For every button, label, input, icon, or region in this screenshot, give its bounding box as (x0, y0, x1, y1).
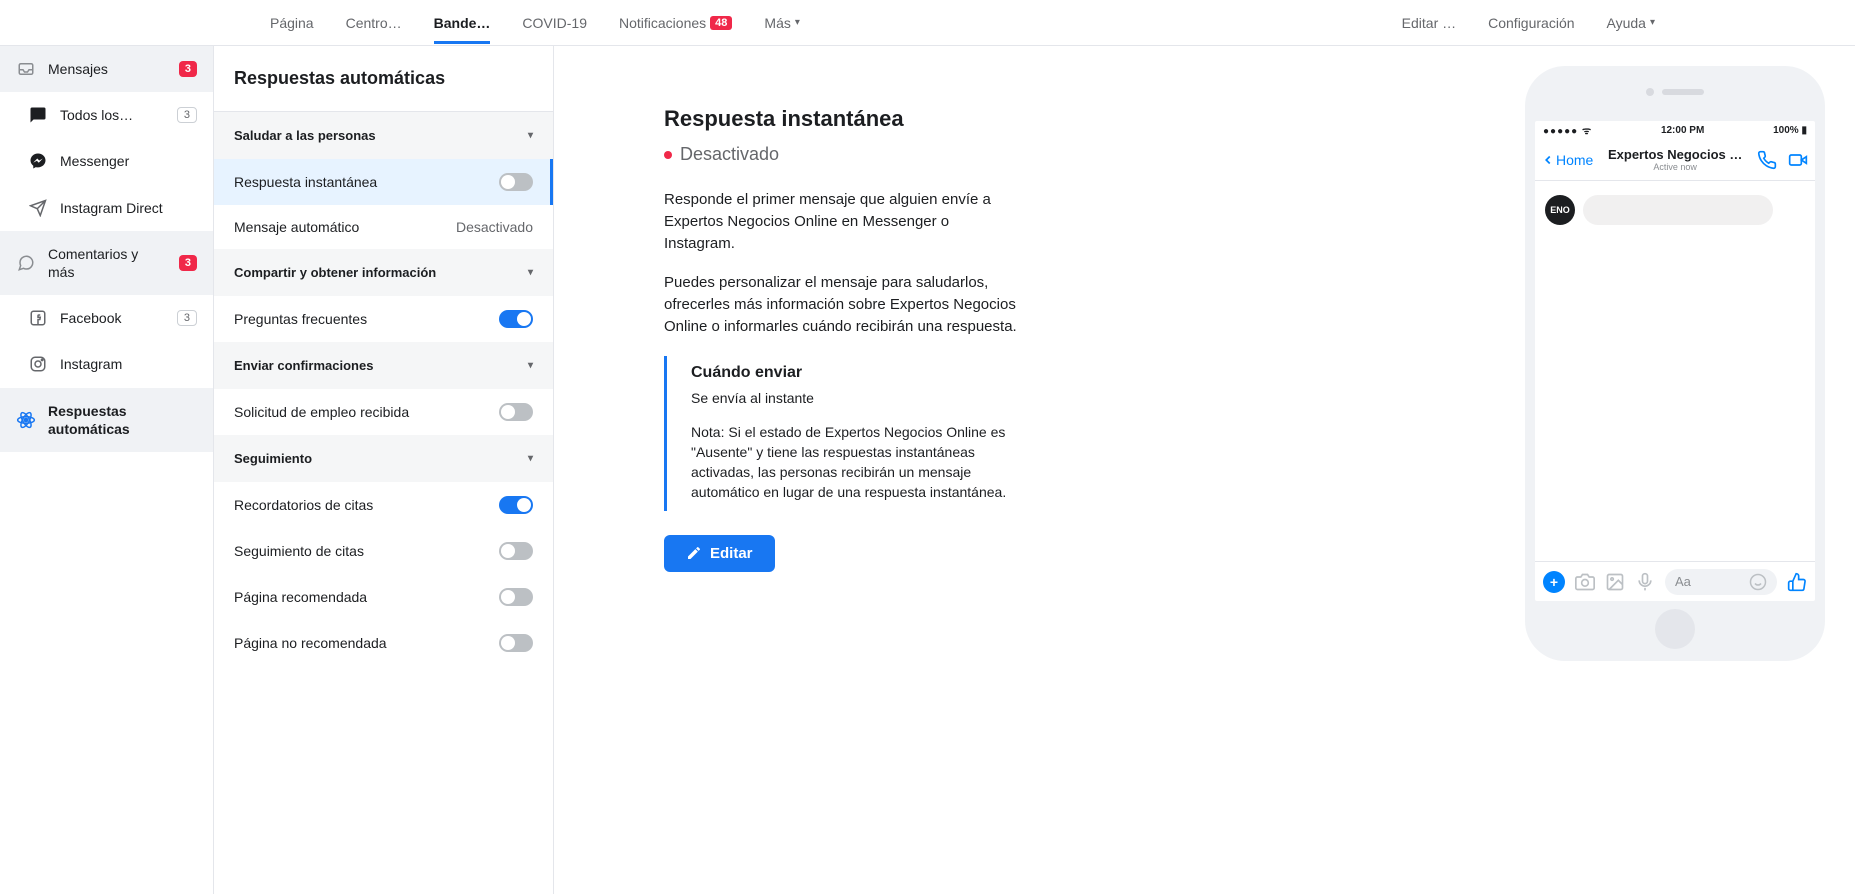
settings-title: Respuestas automáticas (214, 46, 553, 112)
nav-configuracion[interactable]: Configuración (1488, 3, 1574, 43)
sidebar-comentarios[interactable]: Comentarios y más 3 (0, 231, 213, 295)
sidebar-instagram[interactable]: Instagram (0, 341, 213, 387)
badge: 3 (179, 61, 197, 77)
edit-button[interactable]: Editar (664, 535, 775, 572)
row-solicitud-empleo[interactable]: Solicitud de empleo recibida (214, 389, 553, 435)
toggle-recordatorios-citas[interactable] (499, 496, 533, 514)
phone-image-icon[interactable] (1605, 572, 1625, 592)
caret-down-icon: ▾ (528, 453, 533, 464)
caret-down-icon: ▾ (528, 130, 533, 141)
phone-time: 12:00 PM (1661, 125, 1704, 136)
row-recordatorios-citas[interactable]: Recordatorios de citas (214, 482, 553, 528)
settings-column: Respuestas automáticas Saludar a las per… (214, 46, 554, 894)
sidebar-instagram-direct[interactable]: Instagram Direct (0, 185, 213, 231)
badge: 3 (179, 255, 197, 271)
nav-ayuda[interactable]: Ayuda▾ (1607, 3, 1655, 43)
detail-paragraph-1: Responde el primer mensaje que alguien e… (664, 189, 1024, 254)
row-pagina-recomendada[interactable]: Página recomendada (214, 574, 553, 620)
signal-icon: ●●●●● ᯤ (1543, 123, 1592, 137)
nav-bandeja[interactable]: Bande… (434, 3, 491, 43)
phone-add-icon[interactable]: + (1543, 571, 1565, 593)
phone-footer: + Aa (1535, 561, 1815, 601)
sidebar-facebook[interactable]: Facebook 3 (0, 295, 213, 341)
toggle-respuesta-instantanea[interactable] (499, 173, 533, 191)
phone-body: ENO (1535, 181, 1815, 561)
pencil-icon (686, 545, 702, 561)
nav-pagina[interactable]: Página (270, 3, 314, 43)
phone-video-icon[interactable] (1787, 150, 1809, 170)
group-compartir[interactable]: Compartir y obtener información ▾ (214, 249, 553, 296)
nav-notificaciones[interactable]: Notificaciones 48 (619, 3, 732, 43)
phone-back-button[interactable]: Home (1541, 152, 1593, 168)
caret-down-icon: ▾ (528, 267, 533, 278)
when-sub: Se envía al instante (691, 390, 1024, 406)
caret-down-icon: ▾ (1650, 17, 1655, 28)
avatar: ENO (1545, 195, 1575, 225)
sidebar-todos[interactable]: Todos los… 3 (0, 92, 213, 138)
when-box: Cuándo enviar Se envía al instante Nota:… (664, 356, 1044, 511)
row-preguntas-frecuentes[interactable]: Preguntas frecuentes (214, 296, 553, 342)
phone-header: Home Expertos Negocios … Active now (1535, 139, 1815, 181)
comment-icon (16, 254, 36, 272)
when-title: Cuándo enviar (691, 364, 1024, 382)
emoji-icon[interactable] (1749, 573, 1767, 591)
group-seguimiento[interactable]: Seguimiento ▾ (214, 435, 553, 482)
nav-mas[interactable]: Más▾ (764, 3, 799, 43)
message-bubble (1583, 195, 1773, 225)
left-sidebar: Mensajes 3 Todos los… 3 Messenger Instag… (0, 46, 214, 894)
phone-battery: 100% ▮ (1773, 125, 1807, 136)
inbox-icon (16, 60, 36, 78)
caret-down-icon: ▾ (795, 17, 800, 28)
detail-paragraph-2: Puedes personalizar el mensaje para salu… (664, 272, 1024, 337)
phone-like-icon[interactable] (1787, 572, 1807, 592)
toggle-preguntas-frecuentes[interactable] (499, 310, 533, 328)
toggle-pagina-recomendada[interactable] (499, 588, 533, 606)
phone-page-name: Expertos Negocios … (1597, 147, 1753, 162)
messenger-icon (28, 152, 48, 170)
detail-panel: Respuesta instantánea Desactivado Respon… (554, 46, 1515, 894)
nav-editar[interactable]: Editar … (1402, 3, 1456, 43)
instagram-icon (28, 355, 48, 373)
nav-centro[interactable]: Centro… (346, 3, 402, 43)
toggle-seguimiento-citas[interactable] (499, 542, 533, 560)
phone-camera-icon[interactable] (1575, 572, 1595, 592)
phone-preview: ●●●●● ᯤ 12:00 PM 100% ▮ Home Expertos Ne… (1515, 46, 1855, 894)
phone-call-icon[interactable] (1757, 150, 1777, 170)
row-pagina-no-recomendada[interactable]: Página no recomendada (214, 620, 553, 666)
phone-active-status: Active now (1597, 162, 1753, 172)
phone-mic-icon[interactable] (1635, 572, 1655, 592)
notifications-badge: 48 (710, 16, 732, 30)
status-dot-icon (664, 151, 672, 159)
badge: 3 (177, 107, 197, 123)
detail-title: Respuesta instantánea (664, 106, 1475, 132)
group-confirmaciones[interactable]: Enviar confirmaciones ▾ (214, 342, 553, 389)
sidebar-messenger[interactable]: Messenger (0, 138, 213, 184)
facebook-icon (28, 309, 48, 327)
status-text: Desactivado (680, 144, 779, 165)
row-respuesta-instantanea[interactable]: Respuesta instantánea (214, 159, 553, 205)
toggle-pagina-no-recomendada[interactable] (499, 634, 533, 652)
phone-home-button[interactable] (1655, 609, 1695, 649)
phone-input[interactable]: Aa (1665, 569, 1777, 595)
send-icon (28, 199, 48, 217)
toggle-solicitud-empleo[interactable] (499, 403, 533, 421)
phone-frame: ●●●●● ᯤ 12:00 PM 100% ▮ Home Expertos Ne… (1525, 66, 1825, 661)
sidebar-respuestas-automaticas[interactable]: Respuestas automáticas (0, 388, 213, 452)
row-seguimiento-citas[interactable]: Seguimiento de citas (214, 528, 553, 574)
row-mensaje-automatico[interactable]: Mensaje automático Desactivado (214, 205, 553, 249)
atom-icon (16, 410, 36, 430)
top-nav: Página Centro… Bande… COVID-19 Notificac… (0, 0, 1855, 46)
chat-icon (28, 106, 48, 124)
caret-down-icon: ▾ (528, 360, 533, 371)
sidebar-mensajes[interactable]: Mensajes 3 (0, 46, 213, 92)
phone-statusbar: ●●●●● ᯤ 12:00 PM 100% ▮ (1535, 121, 1815, 139)
nav-covid[interactable]: COVID-19 (522, 3, 587, 43)
badge: 3 (177, 310, 197, 326)
when-note: Nota: Si el estado de Expertos Negocios … (691, 422, 1024, 503)
group-saludar[interactable]: Saludar a las personas ▾ (214, 112, 553, 159)
